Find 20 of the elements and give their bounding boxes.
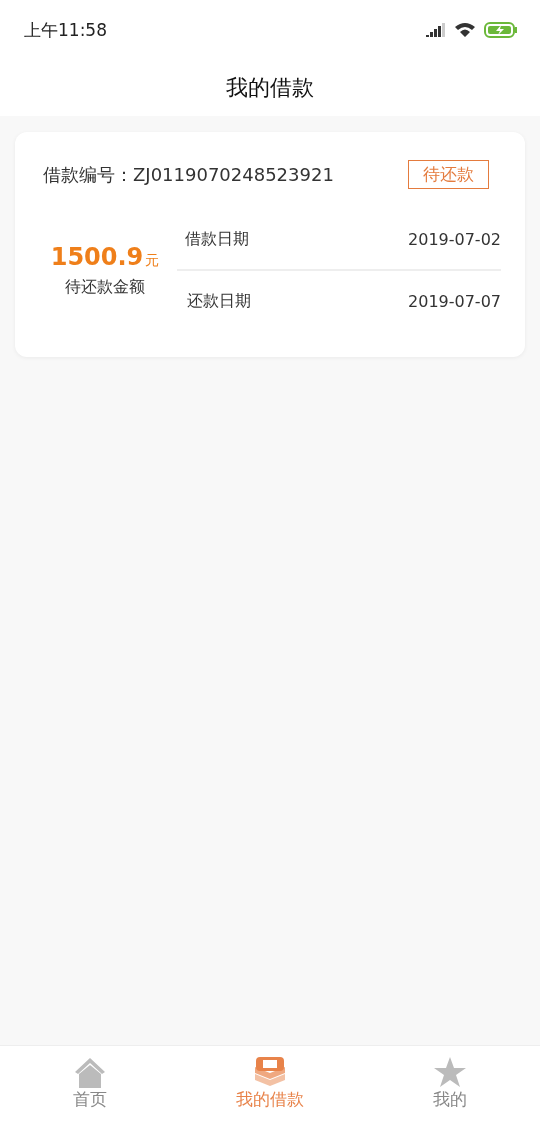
tab[interactable]: 我的借款	[180, 1046, 360, 1124]
loan-number: 借款编号：ZJ0119070248523921	[43, 162, 334, 187]
status-tag: 待还款	[408, 160, 489, 189]
page-title: 我的借款	[226, 74, 314, 102]
date-value: 2019-07-02	[408, 229, 501, 249]
date-value: 2019-07-07	[408, 291, 501, 311]
date-label: 借款日期	[185, 228, 249, 250]
amount: 1500.9 元	[50, 242, 160, 271]
battery-charging-icon	[484, 22, 518, 38]
star-icon	[433, 1056, 467, 1088]
tab[interactable]: 首页	[0, 1046, 180, 1124]
status-time: 上午11:58	[24, 18, 107, 42]
date-label: 还款日期	[187, 290, 251, 312]
loan-card[interactable]: 借款编号：ZJ0119070248523921 待还款 1500.9 元 待还款金额 借款日期 2019-07-02 还款日期 2019-07-07	[15, 132, 525, 357]
signal-icon	[426, 23, 446, 37]
wifi-icon	[454, 22, 476, 38]
home-icon	[73, 1056, 107, 1088]
tab[interactable]: 我的	[360, 1046, 540, 1124]
amount-label: 待还款金额	[65, 276, 145, 298]
stack-icon	[253, 1056, 287, 1088]
